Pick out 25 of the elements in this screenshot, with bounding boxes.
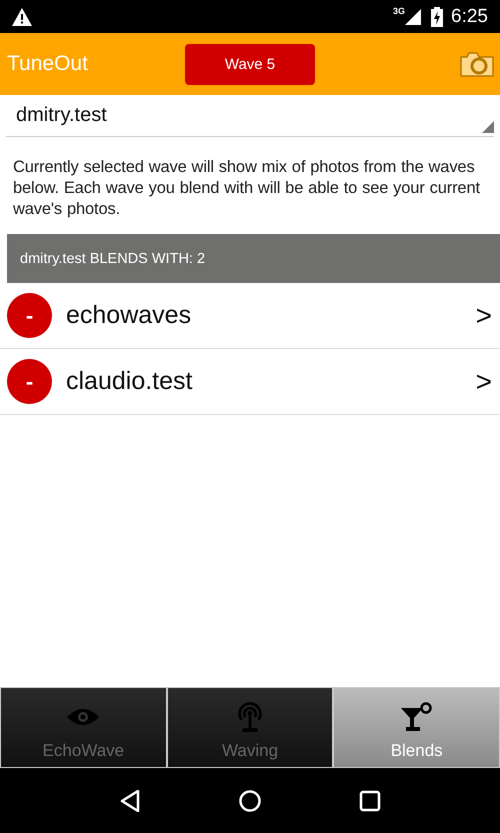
description-text: Currently selected wave will show mix of photos from the waves below. Each wave you blend with will be able to see your current wave's photos. (13, 157, 481, 220)
network-label: 3G (393, 6, 406, 16)
blend-name: echowaves (66, 301, 192, 330)
camera-icon[interactable] (460, 51, 494, 77)
section-header: dmitry.test BLENDS WITH: 2 (7, 234, 500, 283)
signal-icon (405, 8, 422, 24)
tab[interactable]: Waving (166, 687, 334, 768)
tab[interactable]: EchoWave (0, 687, 167, 768)
back-icon[interactable] (119, 790, 141, 812)
clock: 6:25 (451, 6, 488, 28)
recents-icon[interactable] (359, 790, 381, 812)
remove-button[interactable]: - (7, 293, 52, 338)
home-icon[interactable] (239, 790, 261, 812)
tab[interactable]: Blends (333, 687, 500, 768)
dropdown-triangle-icon (482, 121, 494, 133)
warning-icon (12, 8, 32, 26)
chevron-text[interactable]: > (476, 366, 492, 398)
remove-button[interactable]: - (7, 359, 52, 404)
cocktail-glass-icon (400, 701, 433, 733)
battery-icon (431, 6, 444, 26)
app-title: TuneOut (7, 52, 88, 76)
wave-dropdown[interactable]: dmitry.test (6, 95, 494, 137)
blend-name: claudio.test (66, 367, 194, 396)
chevron-text[interactable]: > (476, 300, 492, 332)
wave-button[interactable]: Wave 5 (185, 44, 315, 85)
